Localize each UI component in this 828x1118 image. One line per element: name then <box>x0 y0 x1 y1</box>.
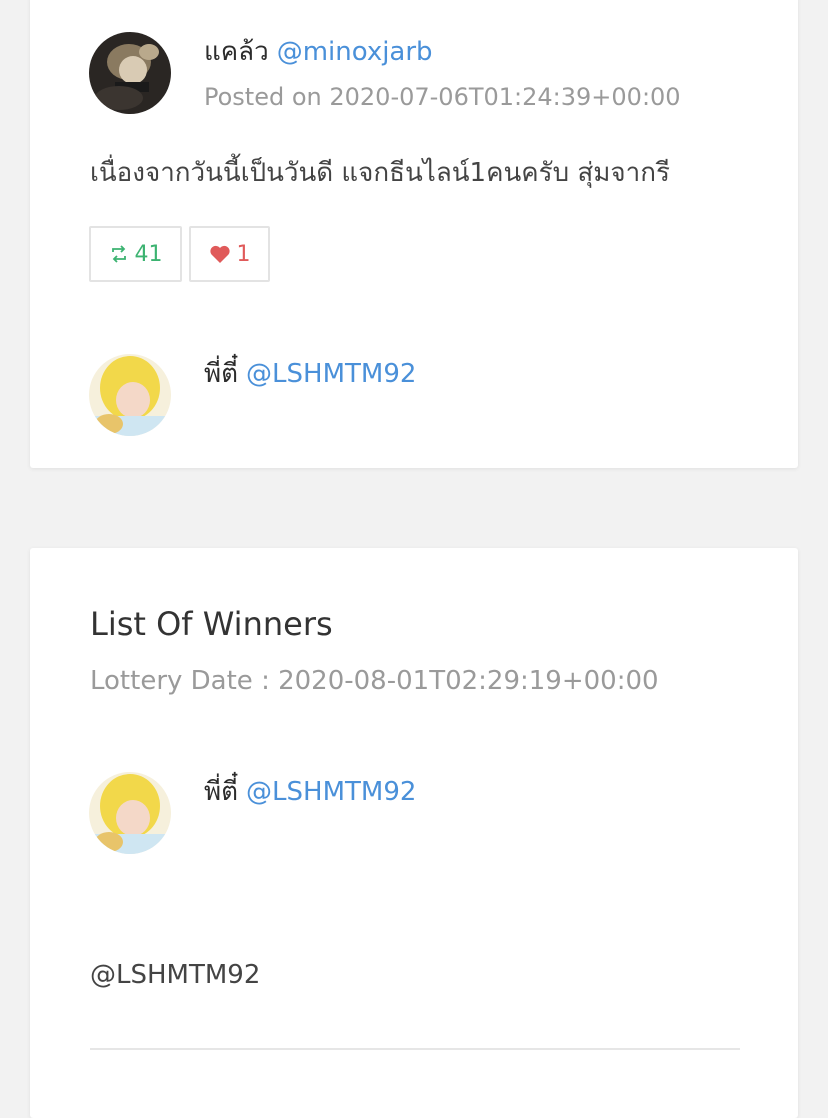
author-handle-link[interactable]: @minoxjarb <box>277 37 433 67</box>
author-avatar[interactable] <box>89 32 171 114</box>
participant-line: พี่ตี๋ @LSHMTM92 <box>204 358 416 390</box>
winner-line: พี่ตี๋ @LSHMTM92 <box>204 776 416 808</box>
retweet-icon <box>111 245 126 263</box>
participant-name: พี่ตี๋ <box>204 359 239 389</box>
posted-timestamp: Posted on 2020-07-06T01:24:39+00:00 <box>204 83 681 111</box>
author-line: แคล้ว @minoxjarb <box>204 36 433 68</box>
winner-avatar[interactable] <box>89 772 171 854</box>
winners-title: List Of Winners <box>90 605 333 643</box>
participant-handle-link[interactable]: @LSHMTM92 <box>246 359 416 389</box>
retweet-count: 41 <box>134 241 163 267</box>
winner-handle-text: @LSHMTM92 <box>90 960 261 990</box>
heart-icon <box>209 245 230 263</box>
winner-handle-link[interactable]: @LSHMTM92 <box>246 777 416 807</box>
participant-avatar[interactable] <box>89 354 171 436</box>
tweet-card: แคล้ว @minoxjarb Posted on 2020-07-06T01:… <box>30 0 798 468</box>
winners-card: List Of Winners Lottery Date : 2020-08-0… <box>30 548 798 1118</box>
author-name: แคล้ว <box>204 37 269 67</box>
like-button[interactable]: 1 <box>189 226 270 282</box>
divider <box>90 1048 740 1050</box>
retweet-button[interactable]: 41 <box>89 226 182 282</box>
like-count: 1 <box>236 241 251 267</box>
winner-name: พี่ตี๋ <box>204 777 239 807</box>
tweet-text: เนื่องจากวันนี้เป็นวันดี แจกธีนไลน์1คนคร… <box>90 158 670 188</box>
lottery-date: Lottery Date : 2020-08-01T02:29:19+00:00 <box>90 666 659 696</box>
